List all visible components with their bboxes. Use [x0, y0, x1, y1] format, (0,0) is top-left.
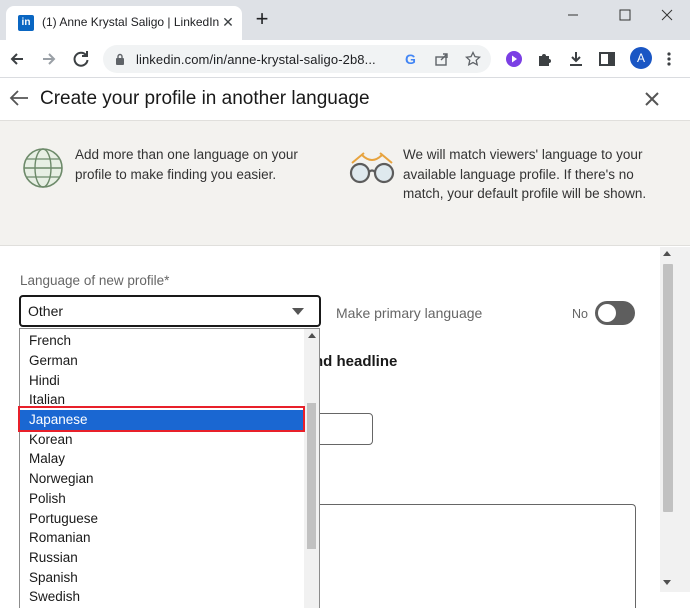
url-text: linkedin.com/in/anne-krystal-saligo-2b8.…: [136, 52, 376, 67]
language-select-value: Other: [28, 303, 64, 319]
share-icon[interactable]: [434, 51, 450, 67]
primary-language-toggle[interactable]: [595, 301, 635, 325]
language-label: Language of new profile*: [20, 273, 170, 288]
window-close-icon[interactable]: [644, 2, 690, 28]
dropdown-option-hindi[interactable]: Hindi: [20, 371, 305, 391]
lock-icon[interactable]: [115, 53, 125, 65]
info-section: Add more than one language on your profi…: [0, 121, 690, 246]
chrome-menu-icon[interactable]: [660, 50, 678, 68]
forward-icon[interactable]: [38, 48, 60, 70]
dropdown-option-swedish[interactable]: Swedish: [20, 587, 305, 607]
globe-icon: [23, 148, 63, 188]
dropdown-option-spanish[interactable]: Spanish: [20, 568, 305, 588]
dropdown-scroll-up-icon[interactable]: [308, 333, 316, 338]
page-scroll-up-icon[interactable]: [663, 251, 671, 256]
dropdown-option-romanian[interactable]: Romanian: [20, 528, 305, 548]
browser-tab[interactable]: in (1) Anne Krystal Saligo | LinkedIn ✕: [6, 6, 242, 40]
maximize-icon[interactable]: [602, 2, 648, 28]
dropdown-option-portuguese[interactable]: Portuguese: [20, 509, 305, 529]
address-bar[interactable]: linkedin.com/in/anne-krystal-saligo-2b8.…: [103, 45, 491, 73]
info-text-left: Add more than one language on your profi…: [75, 147, 298, 182]
glasses-icon: [349, 152, 395, 184]
dropdown-option-italian[interactable]: Italian: [20, 390, 305, 410]
browser-toolbar: linkedin.com/in/anne-krystal-saligo-2b8.…: [0, 40, 690, 78]
dropdown-option-russian[interactable]: Russian: [20, 548, 305, 568]
toggle-knob: [598, 304, 616, 322]
dropdown-option-japanese[interactable]: Japanese: [20, 410, 305, 430]
modal-title: Create your profile in another language: [40, 88, 370, 109]
minimize-icon[interactable]: [550, 2, 596, 28]
language-dropdown-list[interactable]: French German Hindi Italian Japanese Kor…: [19, 328, 320, 608]
dropdown-option-french[interactable]: French: [20, 331, 305, 351]
page-scroll-thumb[interactable]: [663, 264, 673, 512]
tab-title: (1) Anne Krystal Saligo | LinkedIn: [42, 15, 220, 29]
primary-language-label: Make primary language: [336, 305, 483, 321]
back-icon[interactable]: [6, 48, 28, 70]
download-icon[interactable]: [567, 50, 585, 68]
modal-close-icon[interactable]: [643, 90, 661, 108]
dropdown-option-polish[interactable]: Polish: [20, 489, 305, 509]
google-icon[interactable]: G: [403, 51, 419, 67]
dropdown-option-norwegian[interactable]: Norwegian: [20, 469, 305, 489]
bookmark-star-icon[interactable]: [465, 51, 481, 67]
headline-textarea[interactable]: [300, 504, 636, 608]
dropdown-option-korean[interactable]: Korean: [20, 430, 305, 450]
page-scroll-down-icon[interactable]: [663, 580, 671, 585]
tab-close-icon[interactable]: ✕: [220, 14, 236, 30]
linkedin-favicon-icon: in: [18, 15, 34, 31]
new-tab-icon[interactable]: +: [252, 8, 272, 30]
side-panel-icon[interactable]: [598, 50, 616, 68]
profile-avatar[interactable]: A: [630, 47, 652, 69]
dropdown-scroll-thumb[interactable]: [307, 403, 316, 549]
extensions-puzzle-icon[interactable]: [536, 50, 554, 68]
modal-back-arrow-icon[interactable]: [8, 87, 30, 109]
toggle-state-label: No: [572, 307, 588, 321]
svg-text:G: G: [405, 51, 416, 67]
language-select[interactable]: Other: [19, 295, 321, 327]
extension-purple-icon[interactable]: [505, 50, 523, 68]
reload-icon[interactable]: [70, 48, 92, 70]
modal-header: Create your profile in another language: [0, 78, 690, 121]
dropdown-option-german[interactable]: German: [20, 351, 305, 371]
browser-tabstrip: in (1) Anne Krystal Saligo | LinkedIn ✕ …: [0, 0, 690, 40]
dropdown-option-malay[interactable]: Malay: [20, 449, 305, 469]
info-text-right: We will match viewers' language to your …: [403, 147, 647, 201]
chevron-down-icon: [292, 308, 304, 315]
section-heading: nd headline: [314, 353, 398, 370]
